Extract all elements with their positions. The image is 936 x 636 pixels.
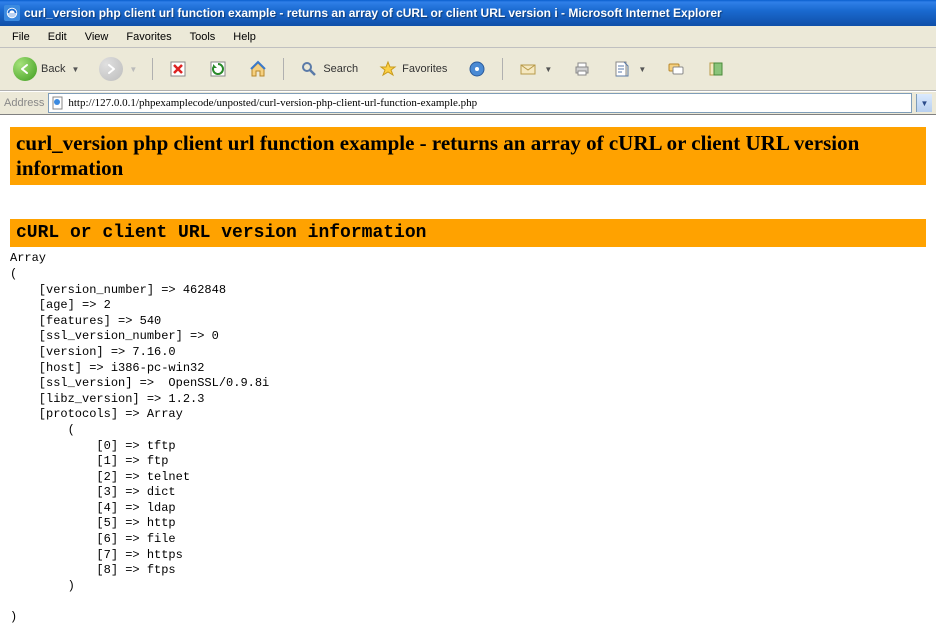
array-output: Array ( [version_number] => 462848 [age]… [10, 251, 926, 625]
menu-favorites[interactable]: Favorites [118, 29, 179, 45]
discuss-icon [666, 59, 686, 79]
menubar: File Edit View Favorites Tools Help [0, 26, 936, 48]
menu-help[interactable]: Help [225, 29, 264, 45]
window-title: curl_version php client url function exa… [24, 6, 932, 20]
page-icon [51, 96, 65, 110]
chevron-down-icon: ▼ [544, 65, 552, 74]
page-subheading: cURL or client URL version information [10, 219, 926, 247]
search-button[interactable]: Search [292, 54, 365, 84]
menu-view[interactable]: View [77, 29, 117, 45]
mail-icon [518, 59, 538, 79]
menu-tools[interactable]: Tools [182, 29, 224, 45]
toolbar-separator [283, 58, 284, 80]
discuss-button[interactable] [659, 54, 693, 84]
star-icon [378, 59, 398, 79]
chevron-down-icon: ▼ [129, 65, 137, 74]
mail-button[interactable]: ▼ [511, 54, 559, 84]
favorites-label: Favorites [402, 63, 447, 75]
stop-icon [168, 59, 188, 79]
back-label: Back [41, 63, 65, 75]
address-field[interactable] [48, 93, 912, 113]
research-button[interactable] [699, 54, 733, 84]
refresh-icon [208, 59, 228, 79]
search-icon [299, 59, 319, 79]
print-icon [572, 59, 592, 79]
address-input[interactable] [68, 97, 909, 109]
address-dropdown[interactable]: ▼ [916, 94, 932, 112]
toolbar-separator [502, 58, 503, 80]
address-label: Address [4, 97, 44, 109]
forward-icon [99, 57, 123, 81]
menu-file[interactable]: File [4, 29, 38, 45]
search-label: Search [323, 63, 358, 75]
addressbar: Address ▼ [0, 91, 936, 115]
print-button[interactable] [565, 54, 599, 84]
edit-icon [612, 59, 632, 79]
favorites-button[interactable]: Favorites [371, 54, 454, 84]
media-button[interactable] [460, 54, 494, 84]
page-heading: curl_version php client url function exa… [10, 127, 926, 185]
back-button[interactable]: Back ▼ [6, 52, 86, 86]
refresh-button[interactable] [201, 54, 235, 84]
chevron-down-icon: ▼ [638, 65, 646, 74]
window-titlebar: curl_version php client url function exa… [0, 0, 936, 26]
forward-button[interactable]: ▼ [92, 52, 144, 86]
chevron-down-icon: ▼ [71, 65, 79, 74]
ie-icon [4, 5, 20, 21]
stop-button[interactable] [161, 54, 195, 84]
menu-edit[interactable]: Edit [40, 29, 75, 45]
page-content: curl_version php client url function exa… [0, 115, 936, 636]
media-icon [467, 59, 487, 79]
toolbar: Back ▼ ▼ [0, 48, 936, 91]
back-icon [13, 57, 37, 81]
edit-button[interactable]: ▼ [605, 54, 653, 84]
research-icon [706, 59, 726, 79]
home-icon [248, 59, 268, 79]
home-button[interactable] [241, 54, 275, 84]
toolbar-separator [152, 58, 153, 80]
